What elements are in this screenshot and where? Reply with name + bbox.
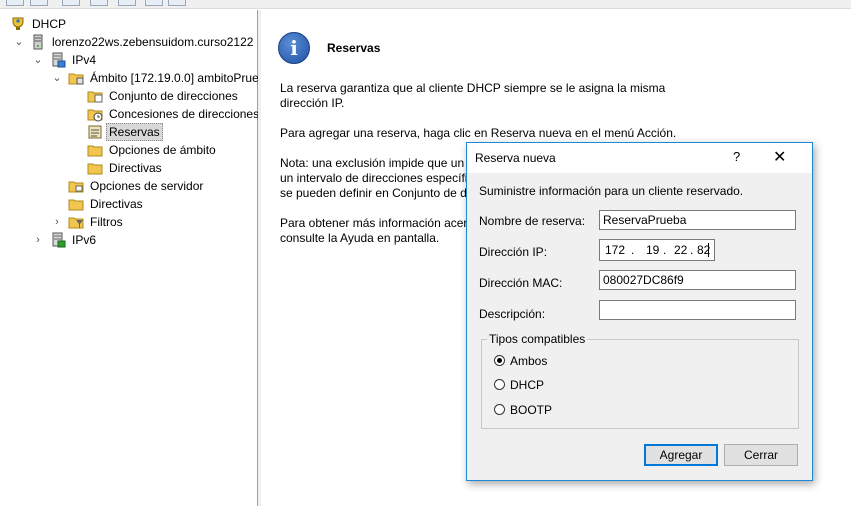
- radio-label[interactable]: Ambos: [510, 354, 547, 368]
- text-line: un intervalo de direcciones específic: [280, 171, 474, 185]
- tree-label: Ámbito [172.19.0.0] ambitoPrue: [90, 71, 259, 85]
- text-caret: [708, 243, 709, 257]
- tree-label: lorenzo22ws.zebensuidom.curso2122: [52, 35, 254, 49]
- ip-dot: .: [631, 243, 635, 257]
- ip-octet[interactable]: 22: [674, 243, 687, 257]
- help-text: Para obtener más información acerc consu…: [280, 216, 473, 246]
- folder-icon: [68, 73, 84, 85]
- tree-label: Filtros: [90, 215, 123, 229]
- text-line: se pueden definir en Conjunto de d: [280, 186, 467, 200]
- description-label: Descripción:: [479, 307, 546, 321]
- radio-label[interactable]: DHCP: [510, 378, 544, 392]
- toolbar-button[interactable]: [168, 0, 186, 6]
- radio-bootp[interactable]: [494, 404, 505, 415]
- reservation-icon: [88, 125, 102, 139]
- toolbar-button[interactable]: [62, 0, 80, 6]
- tree-label: Opciones de ámbito: [109, 143, 216, 157]
- folder-icon: [68, 181, 84, 193]
- folder-icon: [68, 199, 84, 211]
- ip-dot: .: [663, 243, 667, 257]
- text-line: dirección IP.: [280, 96, 345, 110]
- info-icon: i: [278, 32, 310, 64]
- radio-label[interactable]: BOOTP: [510, 403, 552, 417]
- toolbar-button[interactable]: [145, 0, 163, 6]
- page-title: Reservas: [327, 41, 381, 55]
- tree-label: Reservas: [106, 123, 163, 141]
- note-text: Nota: una exclusión impide que un un int…: [280, 156, 473, 201]
- folder-clock-icon: [87, 109, 103, 122]
- chevron-down-icon[interactable]: ⌄: [52, 69, 62, 87]
- tree-label: Concesiones de direcciones: [109, 107, 260, 121]
- group-legend: Tipos compatibles: [487, 332, 588, 346]
- text-line: Para obtener más información acerc: [280, 216, 474, 230]
- close-icon[interactable]: ✕: [773, 147, 786, 167]
- radio-both[interactable]: [494, 355, 505, 366]
- chevron-down-icon[interactable]: ⌄: [33, 51, 43, 69]
- instruction-text: Para agregar una reserva, haga clic en R…: [280, 126, 676, 141]
- toolbar-button[interactable]: [90, 0, 108, 6]
- text-line: Nota: una exclusión impide que un: [280, 156, 465, 170]
- tree-label: IPv4: [72, 53, 97, 67]
- radio-dhcp[interactable]: [494, 379, 505, 390]
- ip-address-input[interactable]: 172 . 19 . 22 . 82: [599, 239, 715, 261]
- help-button[interactable]: ?: [733, 149, 740, 164]
- tree-label: Opciones de servidor: [90, 179, 204, 193]
- ip-octet[interactable]: 19: [646, 243, 659, 257]
- new-reservation-dialog: Reserva nueva ? ✕ Suministre información…: [466, 142, 813, 481]
- chevron-right-icon[interactable]: ›: [52, 213, 62, 231]
- folder-icon: [87, 163, 103, 175]
- tree-label: Directivas: [109, 161, 162, 175]
- dhcp-icon: [12, 17, 24, 30]
- ip-octet[interactable]: 172: [605, 243, 625, 257]
- ip-label: Dirección IP:: [479, 245, 548, 259]
- folder-icon: [87, 91, 103, 103]
- toolbar: [0, 0, 851, 9]
- close-button[interactable]: Cerrar: [724, 444, 798, 466]
- ipv4-icon: [52, 52, 66, 68]
- description-input[interactable]: [599, 300, 796, 320]
- ip-dot: .: [690, 243, 694, 257]
- server-icon: [33, 34, 43, 50]
- dialog-title: Reserva nueva: [475, 151, 556, 165]
- description-text: La reserva garantiza que al cliente DHCP…: [280, 81, 665, 111]
- text-line: Para agregar una reserva, haga clic en R…: [280, 126, 677, 140]
- toolbar-button[interactable]: [30, 0, 48, 6]
- ipv6-icon: [52, 232, 66, 248]
- tree-label: Directivas: [90, 197, 143, 211]
- tree-label: IPv6: [72, 233, 97, 247]
- chevron-down-icon[interactable]: ⌄: [14, 33, 24, 51]
- toolbar-button[interactable]: [118, 0, 136, 6]
- add-button[interactable]: Agregar: [644, 444, 718, 466]
- tree-label: DHCP: [32, 17, 67, 31]
- name-label: Nombre de reserva:: [479, 214, 586, 228]
- chevron-right-icon[interactable]: ›: [33, 231, 43, 249]
- console-tree: DHCP ⌄ lorenzo22ws.zebensuidom.curso2122…: [0, 10, 260, 506]
- tree-label: Conjunto de direcciones: [109, 89, 238, 103]
- mac-address-input[interactable]: 080027DC86f9: [599, 270, 796, 290]
- text-line: La reserva garantiza que al cliente DHCP…: [280, 81, 666, 95]
- folder-icon: [87, 145, 103, 157]
- mac-label: Dirección MAC:: [479, 276, 563, 290]
- text-line: consulte la Ayuda en pantalla.: [280, 231, 440, 245]
- reservation-name-input[interactable]: ReservaPrueba: [599, 210, 796, 230]
- toolbar-button[interactable]: [6, 0, 24, 6]
- filter-icon: [68, 217, 84, 229]
- dialog-intro: Suministre información para un cliente r…: [479, 184, 744, 198]
- dialog-titlebar[interactable]: Reserva nueva ? ✕: [467, 143, 812, 173]
